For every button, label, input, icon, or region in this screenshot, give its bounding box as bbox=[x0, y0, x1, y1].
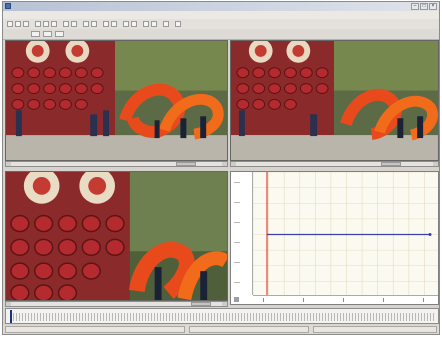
scroll-thumb[interactable] bbox=[191, 302, 211, 306]
video-frame-1 bbox=[6, 41, 227, 160]
graph-view[interactable] bbox=[230, 171, 439, 305]
info-icon[interactable] bbox=[175, 21, 181, 27]
print-icon[interactable] bbox=[163, 21, 169, 27]
video-view-1[interactable] bbox=[5, 40, 228, 161]
scroll-left-icon[interactable] bbox=[6, 162, 11, 166]
new-icon[interactable] bbox=[7, 21, 13, 27]
status-cell-mid bbox=[189, 326, 309, 333]
scroll-right-icon[interactable] bbox=[222, 162, 227, 166]
status-bar bbox=[3, 325, 439, 334]
y-tick bbox=[234, 242, 240, 243]
video-view-2-scrollbar[interactable] bbox=[230, 161, 439, 167]
x-tick bbox=[423, 298, 424, 302]
y-tick bbox=[234, 262, 240, 263]
timeline[interactable] bbox=[5, 308, 439, 324]
y-axis-panel bbox=[231, 172, 253, 304]
stop-icon[interactable] bbox=[71, 21, 77, 27]
save-icon[interactable] bbox=[23, 21, 29, 27]
scroll-thumb[interactable] bbox=[381, 162, 401, 166]
x-axis-panel bbox=[253, 295, 438, 304]
next-frame-button[interactable] bbox=[43, 31, 52, 37]
x-tick bbox=[383, 298, 384, 302]
zoom-out-icon[interactable] bbox=[91, 21, 97, 27]
scroll-right-icon[interactable] bbox=[433, 162, 438, 166]
play-icon[interactable] bbox=[63, 21, 69, 27]
paste-icon[interactable] bbox=[51, 21, 57, 27]
status-cell-right bbox=[313, 326, 437, 333]
copy-icon[interactable] bbox=[43, 21, 49, 27]
maximize-button[interactable]: □ bbox=[420, 3, 428, 10]
scroll-left-icon[interactable] bbox=[6, 302, 11, 306]
frame-step-button[interactable] bbox=[55, 31, 64, 37]
zoom-in-icon[interactable] bbox=[83, 21, 89, 27]
prev-frame-button[interactable] bbox=[31, 31, 40, 37]
y-tick bbox=[234, 282, 240, 283]
series-point bbox=[428, 233, 432, 236]
video-view-2[interactable] bbox=[230, 40, 439, 161]
close-button[interactable]: × bbox=[429, 3, 437, 10]
application-window: – □ × bbox=[2, 1, 440, 335]
scroll-thumb[interactable] bbox=[176, 162, 196, 166]
video-view-3[interactable] bbox=[5, 171, 228, 301]
video-view-1-scrollbar[interactable] bbox=[5, 161, 228, 167]
scroll-left-icon[interactable] bbox=[231, 162, 236, 166]
video-view-3-scrollbar[interactable] bbox=[5, 301, 228, 307]
graph-plot-area[interactable] bbox=[253, 172, 439, 297]
secondary-toolbar bbox=[3, 29, 439, 40]
help-icon[interactable] bbox=[111, 21, 117, 27]
x-tick bbox=[263, 298, 264, 302]
x-tick bbox=[343, 298, 344, 302]
menu-bar bbox=[3, 11, 439, 19]
video-frame-2 bbox=[231, 41, 438, 160]
settings-icon[interactable] bbox=[103, 21, 109, 27]
minimize-button[interactable]: – bbox=[411, 3, 419, 10]
y-tick bbox=[234, 182, 240, 183]
y-tick bbox=[234, 222, 240, 223]
timeline-ruler bbox=[10, 313, 434, 321]
graph-options-icon[interactable] bbox=[234, 297, 239, 302]
app-icon bbox=[5, 3, 11, 9]
y-tick bbox=[234, 202, 240, 203]
grid-icon[interactable] bbox=[123, 21, 129, 27]
chart-icon[interactable] bbox=[131, 21, 137, 27]
open-icon[interactable] bbox=[15, 21, 21, 27]
x-tick bbox=[303, 298, 304, 302]
title-bar: – □ × bbox=[3, 2, 439, 11]
video-frame-3 bbox=[6, 172, 227, 300]
marker-icon[interactable] bbox=[143, 21, 149, 27]
graph-corner bbox=[231, 295, 253, 304]
status-cell-main bbox=[5, 326, 185, 333]
timeline-playhead[interactable] bbox=[10, 310, 12, 323]
cut-icon[interactable] bbox=[35, 21, 41, 27]
scroll-right-icon[interactable] bbox=[222, 302, 227, 306]
export-icon[interactable] bbox=[151, 21, 157, 27]
